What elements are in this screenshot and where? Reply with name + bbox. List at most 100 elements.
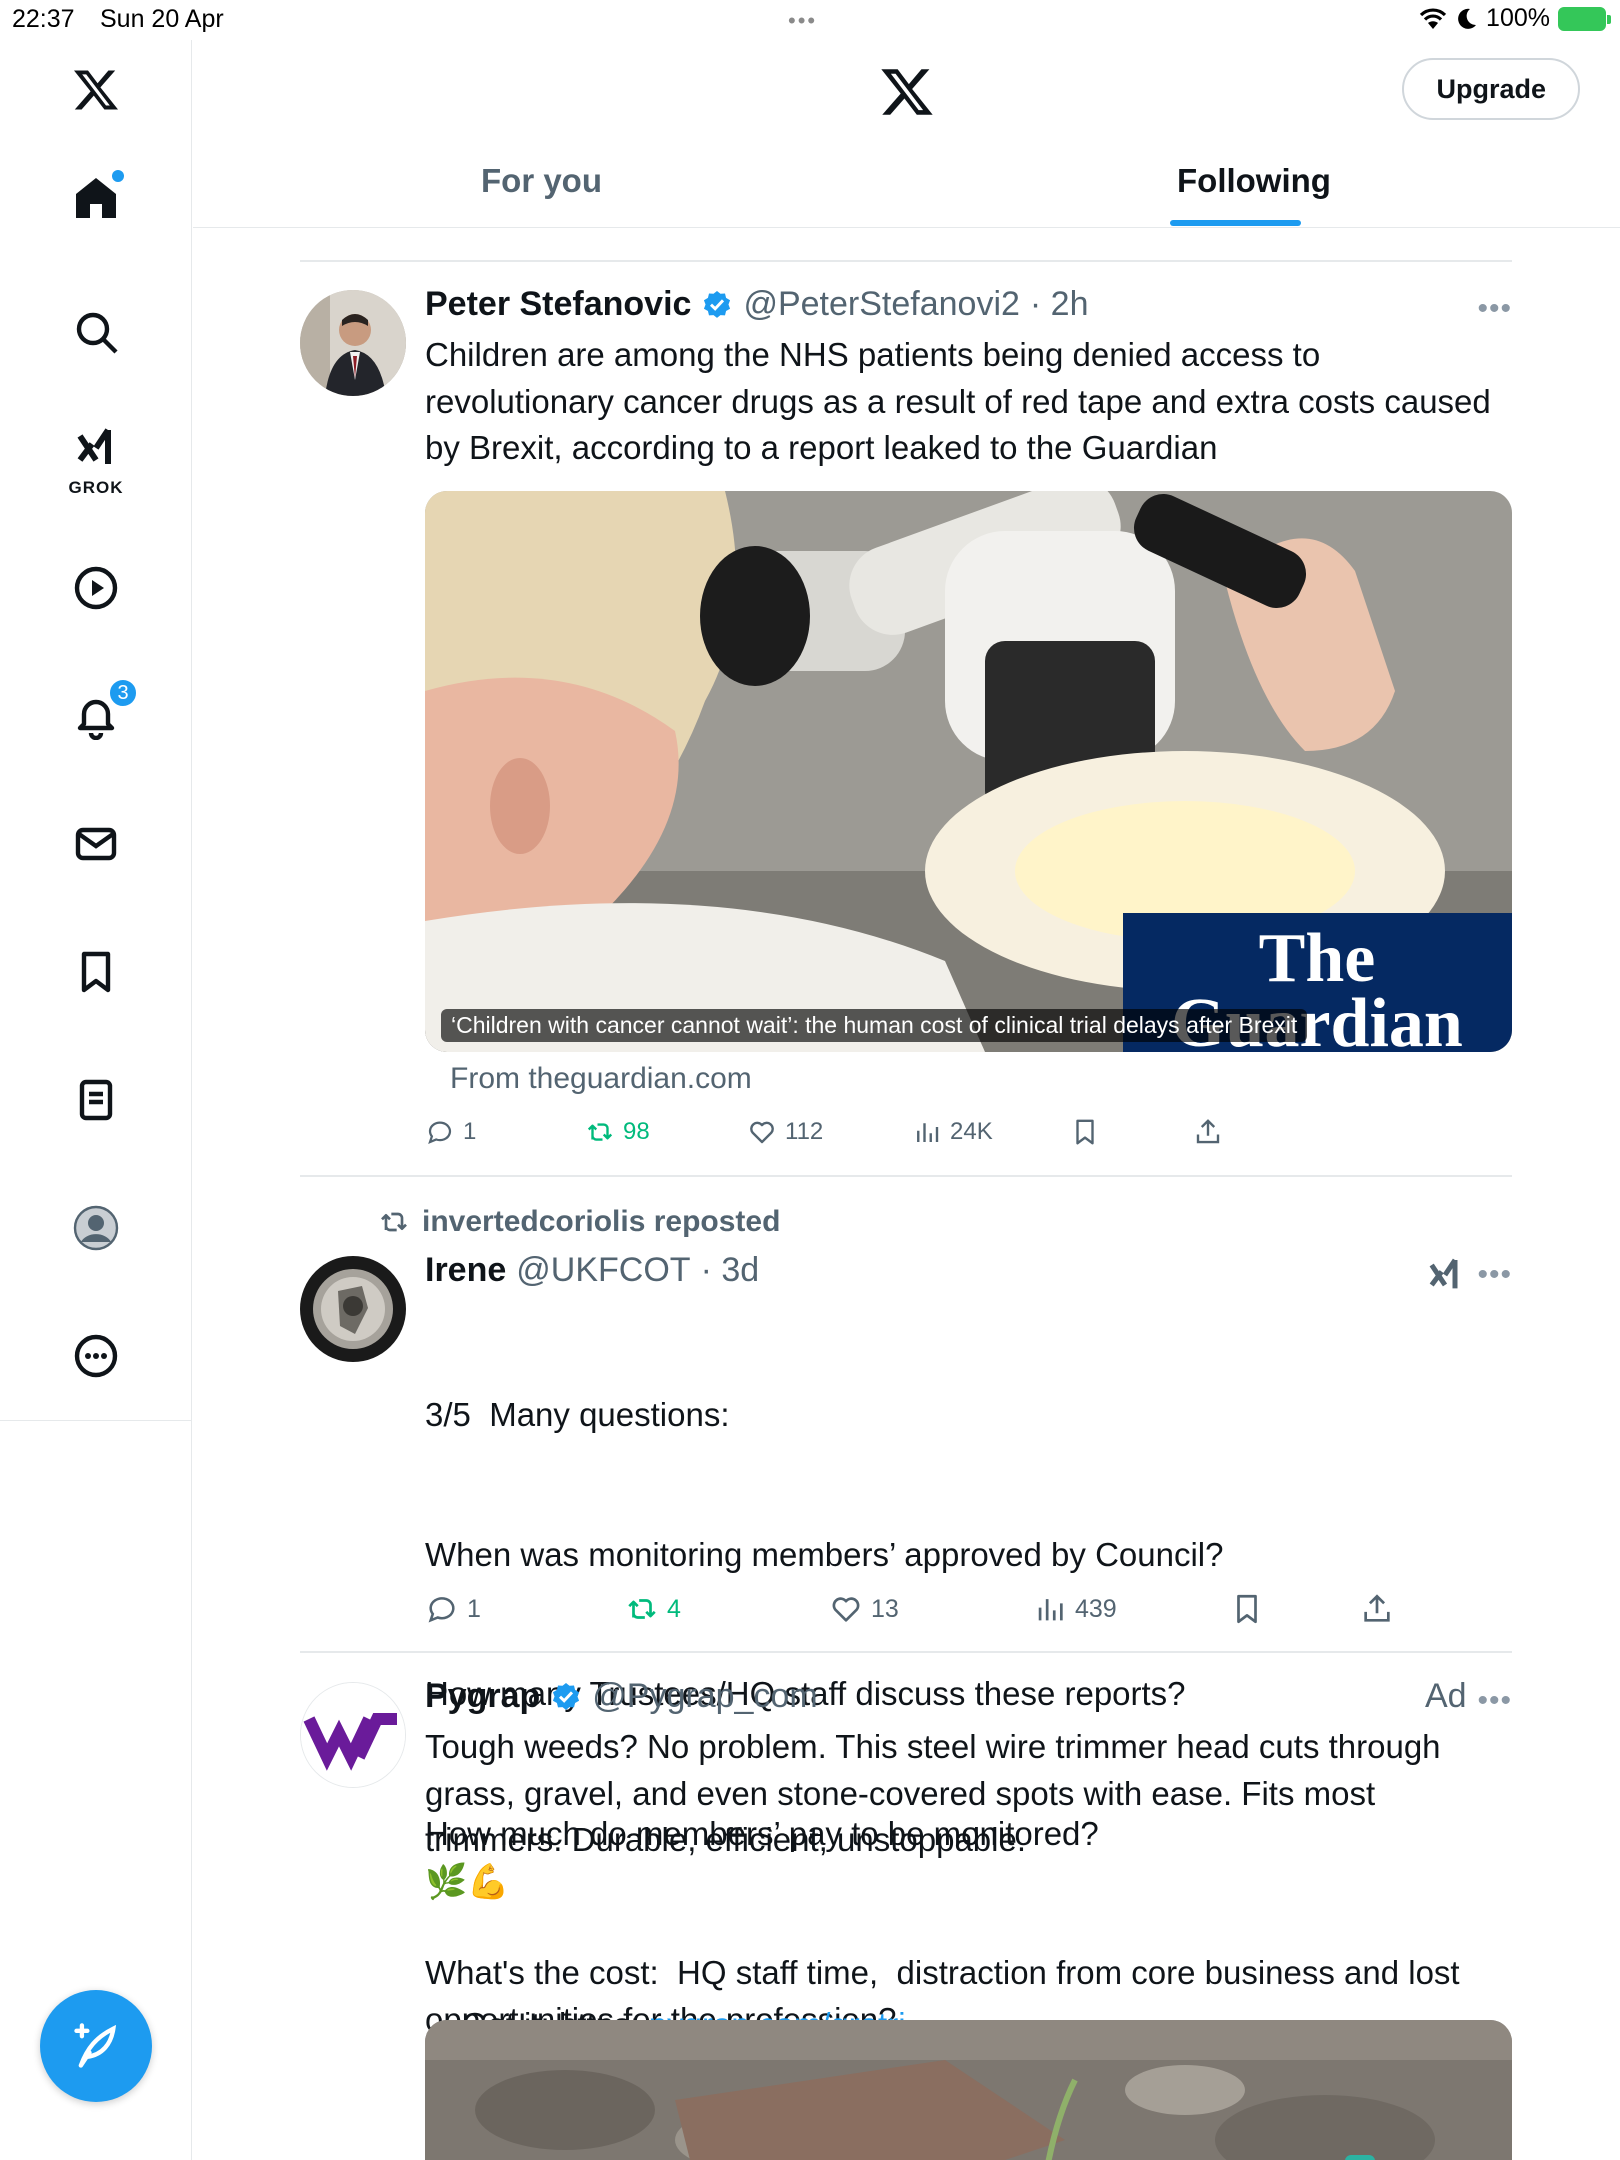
heart-icon bbox=[750, 1121, 774, 1144]
reply-icon bbox=[428, 1597, 455, 1623]
status-date: Sun 20 Apr bbox=[100, 5, 224, 33]
tweet-text: Children are among the NHS patients bein… bbox=[425, 336, 1500, 466]
tweet-separator bbox=[300, 1651, 1512, 1653]
verified-badge-icon bbox=[704, 290, 731, 318]
tweet-text: Tough weeds? No problem. This steel wire… bbox=[425, 1728, 1450, 1858]
author-handle[interactable]: @Pygrap_com bbox=[592, 1677, 817, 1716]
grok-explain-icon[interactable] bbox=[1425, 1255, 1465, 1295]
profile-avatar-icon[interactable] bbox=[66, 1198, 126, 1258]
grok-icon[interactable] bbox=[66, 418, 126, 478]
repost-button[interactable]: 4 bbox=[625, 1592, 681, 1626]
author-name[interactable]: Pygrap bbox=[425, 1677, 540, 1716]
card-source[interactable]: From theguardian.com bbox=[450, 1062, 752, 1096]
notifications-icon[interactable]: 3 bbox=[66, 678, 138, 746]
like-count: 112 bbox=[785, 1118, 824, 1145]
heart-icon bbox=[832, 1597, 860, 1622]
lists-icon[interactable] bbox=[66, 1070, 126, 1130]
ad-label: Ad bbox=[1425, 1677, 1467, 1715]
tweet-time[interactable]: · 2h bbox=[1030, 285, 1089, 324]
link-card-image[interactable]: The Guardian ‘Children with cancer canno… bbox=[425, 491, 1512, 1052]
repost-icon bbox=[381, 1212, 407, 1232]
repost-button[interactable]: 98 bbox=[585, 1117, 650, 1147]
status-right: 100% bbox=[1418, 4, 1611, 33]
bookmark-icon bbox=[1237, 1594, 1257, 1624]
share-icon bbox=[1196, 1119, 1220, 1144]
reply-button[interactable]: 1 bbox=[425, 1117, 476, 1147]
tweet-more-icon[interactable]: ••• bbox=[1477, 292, 1512, 326]
views-button[interactable]: 24K bbox=[912, 1117, 993, 1147]
left-nav: GROK 3 bbox=[0, 40, 192, 2160]
like-button[interactable]: 112 bbox=[747, 1117, 823, 1147]
reply-button[interactable]: 1 bbox=[425, 1592, 481, 1626]
avatar[interactable] bbox=[300, 1256, 406, 1362]
author-handle[interactable]: @UKFCOT bbox=[516, 1251, 690, 1290]
tweet-more-icon[interactable]: ••• bbox=[1477, 1258, 1512, 1292]
tab-following[interactable]: Following bbox=[1177, 162, 1331, 200]
active-tab-indicator bbox=[1170, 220, 1301, 226]
repost-icon bbox=[628, 1599, 656, 1619]
tweet-more-icon[interactable]: ••• bbox=[1477, 1684, 1512, 1718]
like-count: 13 bbox=[871, 1594, 899, 1623]
battery-percent: 100% bbox=[1486, 4, 1550, 32]
views-button[interactable]: 439 bbox=[1033, 1592, 1117, 1626]
home-icon[interactable] bbox=[66, 168, 126, 228]
view-count: 439 bbox=[1075, 1594, 1117, 1623]
views-icon bbox=[917, 1123, 939, 1142]
moon-icon bbox=[1458, 8, 1477, 29]
repost-count: 4 bbox=[667, 1594, 681, 1623]
repost-icon bbox=[587, 1123, 613, 1141]
tweet-header: Peter Stefanovic @PeterStefanovi2 · 2h bbox=[425, 285, 1089, 324]
status-bar: 22:37 Sun 20 Apr ••• 100% bbox=[0, 0, 1620, 40]
bookmark-button[interactable] bbox=[1070, 1117, 1100, 1147]
notifications-badge: 3 bbox=[108, 678, 138, 708]
microscope-photo: The Guardian bbox=[425, 491, 1512, 1052]
bookmarks-icon[interactable] bbox=[66, 942, 126, 1002]
compose-post-button[interactable] bbox=[40, 1990, 152, 2102]
tweet-header: Irene @UKFCOT · 3d bbox=[425, 1251, 759, 1290]
like-button[interactable]: 13 bbox=[829, 1592, 899, 1626]
author-name[interactable]: Peter Stefanovic bbox=[425, 285, 691, 324]
repost-count: 98 bbox=[623, 1118, 650, 1145]
compose-feather-icon bbox=[74, 2023, 117, 2068]
reposted-by-label: invertedcoriolis reposted bbox=[422, 1205, 781, 1238]
video-icon[interactable] bbox=[66, 558, 126, 618]
ad-media-image[interactable] bbox=[425, 2020, 1512, 2160]
tweet-emoji: 🌿💪 bbox=[425, 1863, 510, 1901]
x-logo-icon bbox=[881, 69, 933, 115]
reply-icon bbox=[428, 1121, 452, 1144]
tweet-separator bbox=[300, 1175, 1512, 1177]
tweet-separator bbox=[300, 260, 1512, 262]
share-button[interactable] bbox=[1193, 1117, 1223, 1147]
status-time: 22:37 bbox=[12, 5, 75, 33]
card-caption: ‘Children with cancer cannot wait’: the … bbox=[441, 1009, 1308, 1042]
bookmark-icon bbox=[1076, 1119, 1094, 1145]
avatar[interactable] bbox=[300, 290, 406, 396]
timeline-header: Upgrade For you Following bbox=[193, 40, 1620, 228]
author-handle[interactable]: @PeterStefanovi2 bbox=[743, 285, 1019, 324]
battery-icon bbox=[1558, 6, 1611, 31]
tweet-actions: 1 98 112 24K bbox=[425, 1117, 1510, 1157]
multitasking-dots-icon[interactable]: ••• bbox=[788, 8, 817, 34]
grok-label: GROK bbox=[68, 478, 124, 497]
messages-icon[interactable] bbox=[66, 814, 126, 874]
tab-for-you[interactable]: For you bbox=[481, 162, 602, 200]
gravel-photo bbox=[425, 2020, 1512, 2160]
reply-count: 1 bbox=[463, 1118, 477, 1145]
x-logo-icon[interactable] bbox=[66, 60, 126, 120]
more-options-icon[interactable] bbox=[66, 1326, 126, 1386]
nav-divider bbox=[0, 1420, 192, 1421]
verified-badge-icon bbox=[553, 1682, 580, 1710]
bookmark-button[interactable] bbox=[1230, 1592, 1264, 1626]
share-button[interactable] bbox=[1360, 1592, 1394, 1626]
author-name[interactable]: Irene bbox=[425, 1251, 506, 1290]
reply-count: 1 bbox=[467, 1594, 481, 1623]
avatar[interactable] bbox=[300, 1682, 406, 1788]
share-icon bbox=[1364, 1594, 1390, 1622]
upgrade-button[interactable]: Upgrade bbox=[1402, 58, 1580, 120]
tweet-time[interactable]: · 3d bbox=[701, 1251, 760, 1290]
wifi-icon bbox=[1419, 7, 1447, 29]
tweet-line: 3/5 Many questions: bbox=[425, 1396, 730, 1433]
reposted-by[interactable]: invertedcoriolis reposted bbox=[378, 1205, 780, 1239]
search-icon[interactable] bbox=[66, 302, 126, 362]
home-unread-dot bbox=[112, 170, 124, 182]
